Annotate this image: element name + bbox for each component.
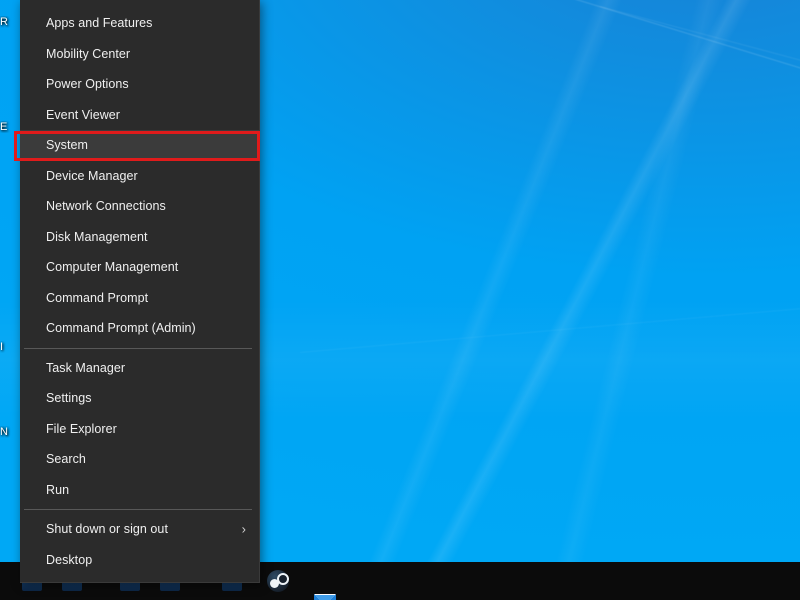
menu-item-label: Task Manager [46, 361, 125, 375]
menu-item-label: Search [46, 452, 86, 466]
taskbar-icon-strip[interactable]: LINEN [0, 562, 22, 600]
menu-item-device-manager[interactable]: Device Manager [20, 161, 259, 192]
menu-item-event-viewer[interactable]: Event Viewer [20, 100, 259, 131]
menu-item-label: File Explorer [46, 422, 117, 436]
menu-item-search[interactable]: Search [20, 444, 259, 475]
menu-separator [24, 348, 252, 349]
menu-item-label: System [46, 138, 88, 152]
menu-item-label: Shut down or sign out [46, 522, 168, 536]
menu-item-list[interactable]: Apps and Features Mobility Center Power Op… [20, 8, 259, 575]
steam-icon[interactable] [267, 570, 289, 592]
menu-item-shut-down-or-sign-out[interactable]: Shut down or sign out › [20, 514, 259, 545]
menu-item-settings[interactable]: Settings [20, 383, 259, 414]
menu-item-apps-and-features[interactable]: Apps and Features [20, 8, 259, 39]
menu-item-power-options[interactable]: Power Options [20, 69, 259, 100]
menu-item-desktop[interactable]: Desktop [20, 545, 259, 576]
menu-item-network-connections[interactable]: Network Connections [20, 191, 259, 222]
menu-item-label: Desktop [46, 553, 92, 567]
menu-item-label: Event Viewer [46, 108, 120, 122]
menu-item-label: Command Prompt (Admin) [46, 321, 196, 335]
wallpaper-streak [600, 6, 800, 85]
menu-item-label: Computer Management [46, 260, 178, 274]
menu-item-command-prompt[interactable]: Command Prompt [20, 283, 259, 314]
menu-item-command-prompt-admin[interactable]: Command Prompt (Admin) [20, 313, 259, 344]
menu-item-label: Command Prompt [46, 291, 148, 305]
menu-item-label: Network Connections [46, 199, 166, 213]
menu-item-run[interactable]: Run [20, 475, 259, 506]
menu-item-label: Disk Management [46, 230, 148, 244]
menu-separator [24, 509, 252, 510]
menu-top-padding [20, 0, 259, 8]
winx-context-menu[interactable]: Apps and Features Mobility Center Power Op… [20, 0, 260, 583]
menu-item-label: Device Manager [46, 169, 138, 183]
wallpaper-streak [300, 307, 800, 353]
wallpaper-streak [560, 0, 800, 91]
menu-item-label: Mobility Center [46, 47, 130, 61]
menu-item-task-manager[interactable]: Task Manager [20, 353, 259, 384]
menu-item-system[interactable]: System [20, 130, 259, 161]
chevron-right-icon: › [242, 523, 246, 536]
menu-item-disk-management[interactable]: Disk Management [20, 222, 259, 253]
menu-item-label: Apps and Features [46, 16, 152, 30]
menu-item-label: Power Options [46, 77, 129, 91]
desktop-screen: REIN LINEN Apps and FeaturesMobility Cen… [0, 0, 800, 600]
menu-item-label: Settings [46, 391, 92, 405]
menu-item-mobility-center[interactable]: Mobility Center [20, 39, 259, 70]
menu-item-file-explorer[interactable]: File Explorer [20, 414, 259, 445]
menu-item-computer-management[interactable]: Computer Management [20, 252, 259, 283]
menu-item-label: Run [46, 483, 69, 497]
mail-icon[interactable] [314, 594, 336, 600]
